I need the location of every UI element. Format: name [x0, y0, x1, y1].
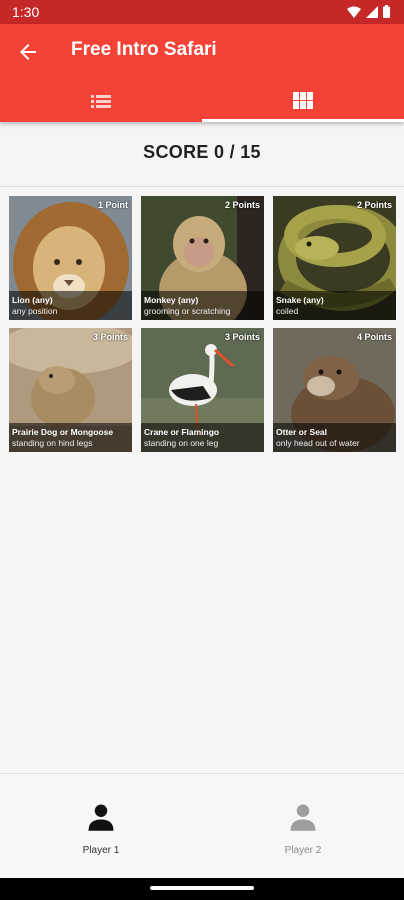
tile-prairie-dog[interactable]: 3 Points Prairie Dog or Mongoose standin… [9, 328, 132, 452]
tile-points: 4 Points [356, 332, 392, 342]
app-title: Free Intro Safari [71, 39, 217, 60]
tile-points: 2 Points [356, 200, 392, 210]
back-button[interactable] [14, 38, 42, 66]
tile-caption: Crane or Flamingo standing on one leg [141, 423, 264, 452]
tile-monkey[interactable]: 2 Points Monkey (any) grooming or scratc… [141, 196, 264, 320]
tile-description: any position [12, 306, 58, 316]
tile-caption: Snake (any) coiled [273, 291, 396, 320]
tile-description: coiled [276, 306, 299, 316]
tab-indicator [202, 119, 404, 122]
app-bar: Free Intro Safari [0, 24, 404, 122]
tile-caption: Lion (any) any position [9, 291, 132, 320]
tile-description: standing on one leg [144, 438, 219, 448]
signal-icon [366, 5, 378, 18]
tile-points: 3 Points [92, 332, 128, 342]
tile-points: 2 Points [224, 200, 260, 210]
tile-name: Otter or Seal [276, 427, 328, 437]
tile-name: Monkey (any) [144, 295, 199, 305]
battery-icon [383, 5, 390, 18]
grid-icon [293, 92, 313, 109]
wifi-icon [347, 6, 361, 18]
arrow-back-icon [20, 44, 36, 60]
divider [0, 186, 404, 187]
tile-name: Crane or Flamingo [144, 427, 220, 437]
tile-description: grooming or scratching [144, 306, 231, 316]
person-icon [88, 804, 114, 831]
tile-points: 1 Point [97, 200, 128, 210]
list-icon [91, 95, 111, 108]
tab-list-view[interactable] [0, 80, 202, 122]
bottom-nav: Player 1 Player 2 [0, 774, 404, 878]
player-1-tab[interactable]: Player 1 [41, 802, 161, 856]
tile-otter[interactable]: 4 Points Otter or Seal only head out of … [273, 328, 396, 452]
home-handle[interactable] [150, 886, 254, 890]
score-label: SCORE 0 / 15 [143, 142, 261, 162]
tile-description: only head out of water [276, 438, 360, 448]
status-icons [347, 5, 390, 18]
player-label: Player 1 [82, 845, 120, 856]
tile-points: 3 Points [224, 332, 260, 342]
tile-name: Prairie Dog or Mongoose [12, 427, 114, 437]
tile-description: standing on hind legs [12, 438, 93, 448]
tile-crane[interactable]: 3 Points Crane or Flamingo standing on o… [141, 328, 264, 452]
tile-name: Snake (any) [276, 295, 324, 305]
system-nav-bar [0, 878, 404, 900]
person-icon [290, 804, 316, 831]
tile-name: Lion (any) [12, 295, 53, 305]
player-label: Player 2 [284, 845, 322, 856]
status-bar: 1:30 [0, 0, 404, 24]
tile-snake[interactable]: 2 Points Snake (any) coiled [273, 196, 396, 320]
tile-caption: Otter or Seal only head out of water [273, 423, 396, 452]
tab-grid-view[interactable] [202, 80, 404, 122]
status-time: 1:30 [12, 4, 40, 20]
tile-caption: Prairie Dog or Mongoose standing on hind… [9, 423, 132, 452]
tile-caption: Monkey (any) grooming or scratching [141, 291, 264, 320]
tile-lion[interactable]: 1 Point Lion (any) any position [9, 196, 132, 320]
player-2-tab[interactable]: Player 2 [243, 802, 363, 856]
